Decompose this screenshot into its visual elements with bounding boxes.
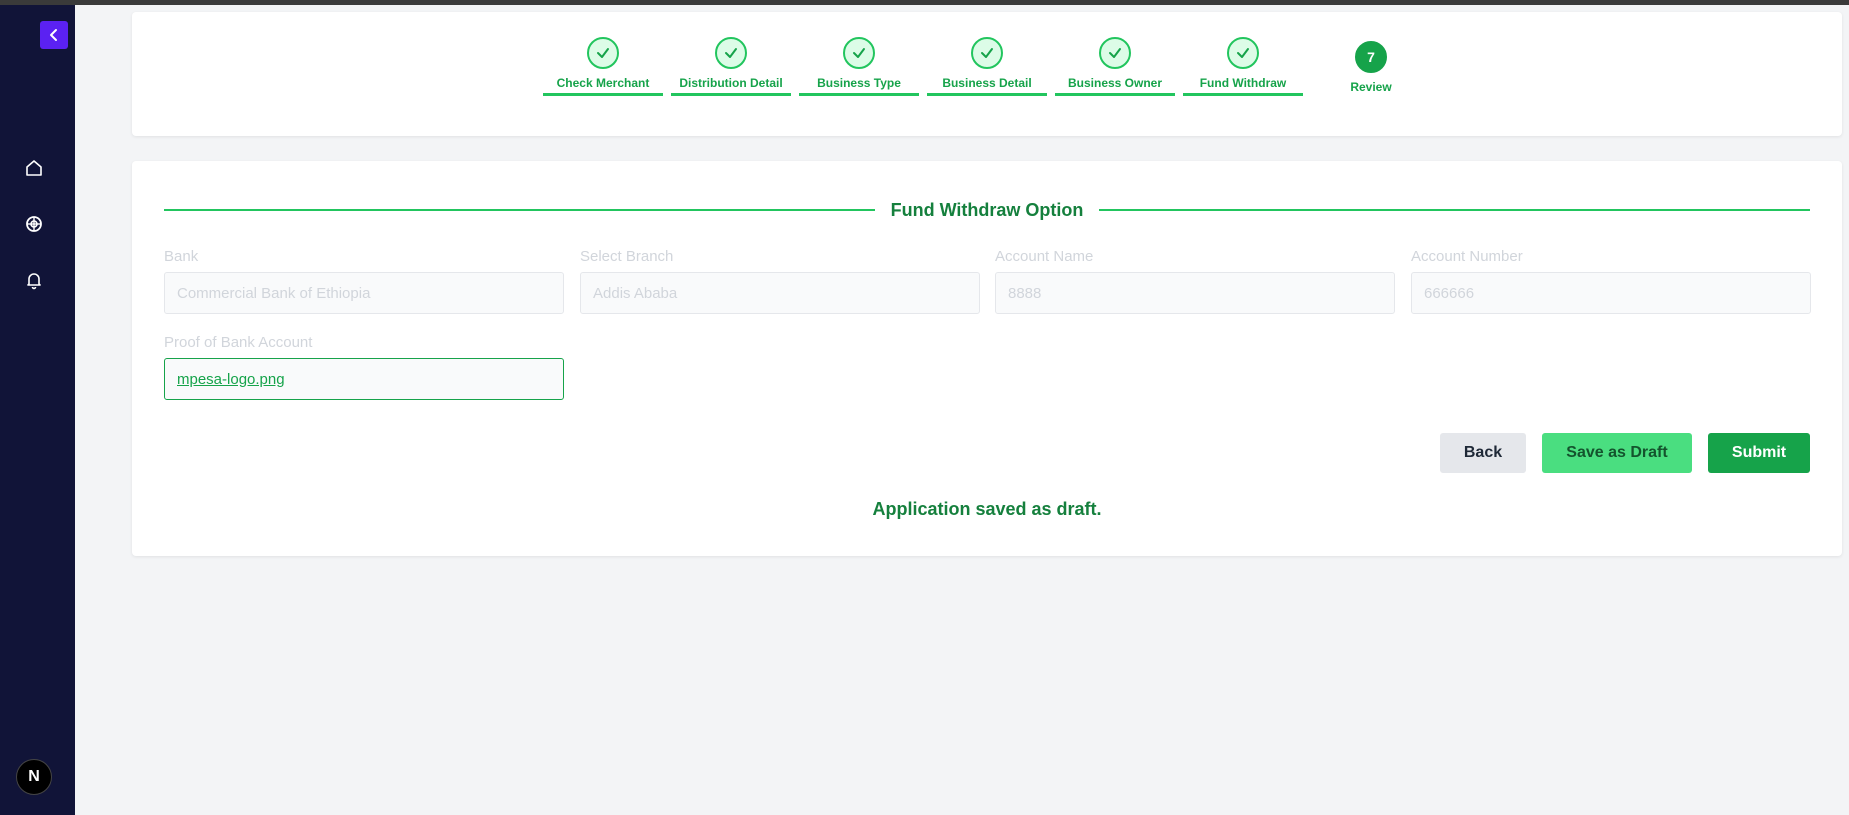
step-complete-circle — [715, 37, 747, 69]
bell-icon — [27, 273, 41, 290]
step-complete-circle — [1227, 37, 1259, 69]
logo-letter: N — [28, 768, 40, 785]
step-underline — [671, 93, 791, 96]
step-label: Review — [1350, 80, 1392, 94]
step-complete-circle — [587, 37, 619, 69]
account-number-label: Account Number — [1411, 248, 1523, 265]
step-current-circle: 7 — [1355, 41, 1387, 73]
branch-label: Select Branch — [580, 248, 674, 265]
home-icon — [26, 160, 42, 176]
account-number-field: Account Number 666666 — [1411, 246, 1811, 314]
divider-line — [164, 209, 875, 211]
step-label: Fund Withdraw — [1199, 76, 1287, 90]
sidebar-item-notifications[interactable] — [22, 268, 46, 292]
collapse-sidebar-button[interactable] — [40, 21, 68, 49]
fund-withdraw-form-card: Fund Withdraw Option Bank Commercial Ban… — [132, 161, 1842, 556]
uploaded-file-link[interactable]: mpesa-logo.png — [177, 371, 285, 388]
account-name-input[interactable]: 8888 — [995, 272, 1395, 314]
app-logo[interactable]: N — [16, 759, 52, 795]
step-check-merchant[interactable]: Check Merchant — [543, 37, 663, 109]
window-top-strip — [0, 0, 1849, 5]
step-label: Check Merchant — [556, 76, 650, 90]
status-message: Application saved as draft. — [872, 499, 1102, 519]
sidebar-item-globe[interactable] — [22, 212, 46, 236]
proof-of-bank-field: Proof of Bank Account mpesa-logo.png — [164, 332, 564, 400]
divider-line — [1099, 209, 1811, 211]
branch-select[interactable]: Addis Ababa — [580, 272, 980, 314]
submit-button[interactable]: Submit — [1708, 433, 1810, 473]
account-name-field: Account Name 8888 — [995, 246, 1395, 314]
step-label: Business Detail — [942, 76, 1032, 90]
step-label: Distribution Detail — [679, 76, 783, 90]
bank-input[interactable]: Commercial Bank of Ethiopia — [164, 272, 564, 314]
step-fund-withdraw[interactable]: Fund Withdraw — [1183, 37, 1303, 109]
stepper-card: Check Merchant Distribution Detail Busin… — [132, 12, 1842, 136]
check-icon — [1237, 48, 1249, 58]
section-header: Fund Withdraw Option — [164, 195, 1811, 225]
save-draft-button[interactable]: Save as Draft — [1542, 433, 1692, 473]
step-review[interactable]: 7 Review — [1311, 37, 1431, 109]
step-underline — [1183, 93, 1303, 96]
account-number-input[interactable]: 666666 — [1411, 272, 1811, 314]
check-icon — [981, 48, 993, 58]
bank-label: Bank — [164, 248, 199, 265]
step-complete-circle — [1099, 37, 1131, 69]
bank-field: Bank Commercial Bank of Ethiopia — [164, 246, 564, 314]
back-button[interactable]: Back — [1440, 433, 1526, 473]
check-icon — [597, 48, 609, 58]
globe-icon — [26, 216, 42, 232]
step-underline — [927, 93, 1047, 96]
proof-of-bank-label: Proof of Bank Account — [164, 334, 313, 351]
branch-field: Select Branch Addis Ababa — [580, 246, 980, 314]
check-icon — [725, 48, 737, 58]
step-underline — [799, 93, 919, 96]
step-business-owner[interactable]: Business Owner — [1055, 37, 1175, 109]
step-distribution-detail[interactable]: Distribution Detail — [671, 37, 791, 109]
check-icon — [853, 48, 865, 58]
sidebar-item-home[interactable] — [22, 156, 46, 180]
step-underline — [1055, 93, 1175, 96]
step-business-detail[interactable]: Business Detail — [927, 37, 1047, 109]
account-name-label: Account Name — [995, 248, 1094, 265]
step-complete-circle — [971, 37, 1003, 69]
chevron-left-icon — [50, 29, 57, 41]
section-title: Fund Withdraw Option — [890, 199, 1084, 220]
check-icon — [1109, 48, 1121, 58]
step-business-type[interactable]: Business Type — [799, 37, 919, 109]
sidebar: N — [0, 5, 75, 815]
proof-file-input[interactable]: mpesa-logo.png — [164, 358, 564, 400]
step-complete-circle — [843, 37, 875, 69]
step-label: Business Type — [817, 76, 901, 90]
step-underline — [543, 93, 663, 96]
step-label: Business Owner — [1067, 76, 1163, 90]
